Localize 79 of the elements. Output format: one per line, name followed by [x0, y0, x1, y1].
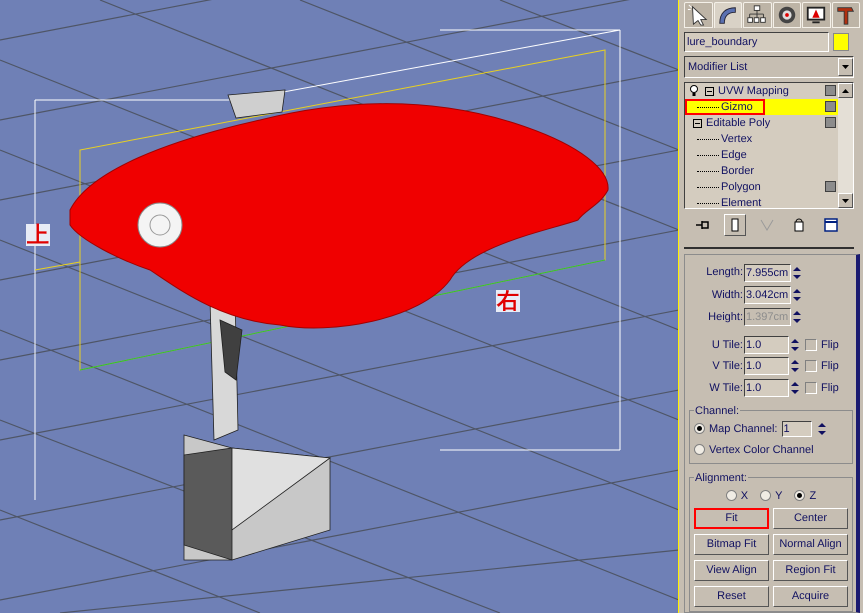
- radio-button[interactable]: [794, 490, 806, 502]
- light-bulb-icon[interactable]: [689, 85, 699, 97]
- radio-button[interactable]: [694, 423, 705, 434]
- stack-item[interactable]: Polygon: [685, 179, 838, 195]
- flip-label: Flip: [821, 380, 839, 396]
- modifier-list-dropdown[interactable]: Modifier List: [684, 56, 854, 78]
- monitor-icon: [805, 4, 828, 26]
- radio-label: Z: [809, 488, 816, 504]
- alignment-button[interactable]: View Align: [694, 560, 769, 581]
- flip-checkbox[interactable]: [805, 382, 817, 394]
- toggle-square-icon[interactable]: [825, 181, 836, 192]
- alignment-button[interactable]: Bitmap Fit: [694, 534, 769, 555]
- alignment-button[interactable]: Acquire: [773, 586, 848, 607]
- stack-item[interactable]: UVW Mapping: [685, 83, 838, 99]
- alignment-button[interactable]: Normal Align: [773, 534, 848, 555]
- dimension-field[interactable]: 3.042cm: [744, 286, 791, 304]
- scroll-down-icon[interactable]: [838, 193, 853, 208]
- flip-checkbox[interactable]: [805, 339, 817, 352]
- radio-label: Vertex Color Channel: [709, 442, 814, 458]
- radio-button[interactable]: [694, 444, 705, 456]
- view-label: 右: [496, 290, 520, 312]
- tree-line: [697, 154, 719, 156]
- tile-field[interactable]: 1.0: [744, 357, 789, 376]
- tree-line: [697, 170, 719, 172]
- stack-item[interactable]: Border: [685, 163, 838, 179]
- color-swatch[interactable]: [833, 33, 849, 51]
- field-label: U Tile:: [710, 338, 744, 353]
- tile-field[interactable]: 1.0: [744, 378, 789, 397]
- stack-item[interactable]: Editable Poly: [685, 115, 838, 131]
- dimension-field[interactable]: 7.955cm: [744, 264, 791, 282]
- panel-tab[interactable]: [714, 2, 742, 28]
- radio-label: Map Channel:: [709, 422, 778, 437]
- radio-label: Y: [775, 488, 782, 504]
- field-label: Width:: [710, 288, 744, 303]
- panel-tab[interactable]: [743, 2, 772, 28]
- channel-field[interactable]: 1: [782, 420, 812, 437]
- alignment-button[interactable]: Fit: [694, 508, 769, 529]
- tree-line: [697, 202, 719, 204]
- radio-button[interactable]: [726, 490, 737, 502]
- field-label: Length:: [705, 265, 744, 280]
- toggle-square-icon[interactable]: [825, 101, 836, 112]
- pointer-icon: [687, 4, 710, 26]
- panel-tab[interactable]: [802, 2, 830, 28]
- alignment-button[interactable]: Reset: [694, 586, 769, 607]
- flip-checkbox[interactable]: [805, 360, 817, 372]
- alignment-button[interactable]: Region Fit: [773, 560, 848, 581]
- tile-field[interactable]: 1.0: [744, 336, 789, 354]
- view-label: 上: [26, 224, 50, 246]
- toggle-square-icon[interactable]: [825, 117, 836, 128]
- curve-icon: [716, 4, 739, 26]
- collapse-icon[interactable]: [705, 86, 714, 96]
- stack-item[interactable]: Vertex: [685, 131, 838, 147]
- tree-line: [697, 186, 719, 188]
- object-name-field[interactable]: lure_boundary: [684, 32, 829, 52]
- scrollbar[interactable]: [838, 83, 853, 208]
- stack-tool-button[interactable]: [724, 214, 746, 236]
- toggle-square-icon[interactable]: [825, 85, 836, 96]
- stack-item[interactable]: Edge: [685, 147, 838, 163]
- panel-tab[interactable]: [772, 2, 801, 28]
- viewport[interactable]: 上 右: [0, 0, 679, 613]
- configure-icon: [822, 216, 840, 234]
- field-label: Height:: [707, 310, 744, 326]
- alignment-button[interactable]: Center: [773, 508, 848, 529]
- stack-item[interactable]: Element: [685, 195, 838, 208]
- flip-label: Flip: [821, 359, 839, 374]
- stack-item[interactable]: Gizmo: [685, 99, 838, 115]
- caret-icon: [838, 58, 853, 76]
- scroll-up-icon[interactable]: [838, 83, 853, 98]
- radio-label: X: [740, 488, 748, 504]
- field-label: W Tile:: [708, 380, 744, 396]
- flip-label: Flip: [821, 338, 839, 353]
- field-label: V Tile:: [711, 359, 744, 374]
- panel-tab[interactable]: [832, 2, 860, 28]
- radio-button[interactable]: [760, 490, 772, 502]
- panel-tab[interactable]: [684, 2, 712, 28]
- tree-line: [697, 106, 719, 108]
- collapse-icon[interactable]: [693, 118, 702, 128]
- hierarchy-icon: [746, 4, 768, 26]
- tree-line: [697, 138, 719, 140]
